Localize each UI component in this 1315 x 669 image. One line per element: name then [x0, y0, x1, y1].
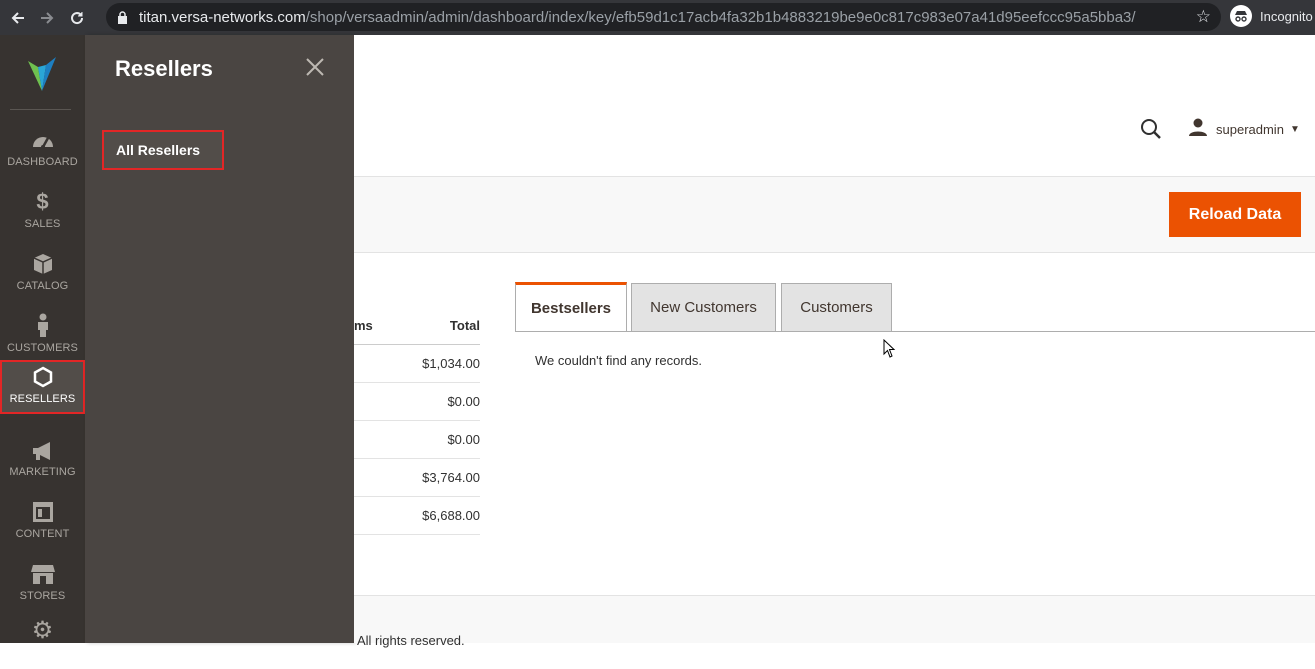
column-header-total: Total: [449, 318, 480, 333]
dollar-icon: $: [36, 189, 49, 214]
menu-label: CONTENT: [15, 528, 70, 540]
hexagon-icon: [33, 364, 53, 388]
back-icon[interactable]: [5, 5, 31, 31]
reload-data-button[interactable]: Reload Data: [1169, 192, 1301, 237]
empty-message: We couldn't find any records.: [535, 353, 702, 368]
table-header: ms Total: [354, 305, 480, 345]
box-icon: [32, 251, 54, 275]
menu-item-dashboard[interactable]: DASHBOARD: [0, 123, 85, 177]
resellers-submenu: Resellers All Resellers: [85, 35, 354, 643]
menu-item-catalog[interactable]: CATALOG: [0, 247, 85, 301]
megaphone-icon: [31, 437, 55, 461]
menu-item-resellers[interactable]: RESELLERS: [0, 360, 85, 414]
divider: [10, 109, 71, 110]
column-header-items: ms: [354, 318, 373, 333]
main-content: superadmin ▼ Reload Data ms Total $1,034…: [354, 35, 1315, 648]
incognito-icon: [1230, 5, 1252, 27]
menu-item-customers[interactable]: CUSTOMERS: [0, 309, 85, 363]
menu-item-marketing[interactable]: MARKETING: [0, 433, 85, 487]
copyright-text: All rights reserved.: [357, 633, 465, 648]
admin-menu: DASHBOARD $ SALES CATALOG CUSTOMERS RESE…: [0, 35, 85, 643]
menu-label: RESELLERS: [9, 393, 76, 405]
username: superadmin: [1216, 122, 1284, 137]
magento-logo[interactable]: [24, 53, 60, 93]
page-actions-bar: Reload Data: [354, 176, 1315, 253]
layout-icon: [32, 499, 54, 523]
incognito-indicator[interactable]: Incognito: [1230, 5, 1313, 27]
chevron-down-icon: ▼: [1289, 124, 1300, 135]
incognito-label: Incognito: [1260, 8, 1313, 24]
menu-item-stores[interactable]: STORES: [0, 557, 85, 611]
address-bar[interactable]: titan.versa-networks.com/shop/versaadmin…: [106, 3, 1221, 31]
store-icon: [30, 561, 55, 585]
menu-label: STORES: [19, 590, 66, 602]
table-row: $3,764.00: [354, 459, 480, 497]
reload-icon[interactable]: [64, 5, 90, 31]
menu-item-system[interactable]: ⚙: [0, 615, 85, 669]
menu-item-sales[interactable]: $ SALES: [0, 185, 85, 239]
menu-label: DASHBOARD: [7, 156, 78, 168]
mouse-cursor-icon: [883, 338, 897, 359]
tab-bestsellers[interactable]: Bestsellers: [515, 282, 627, 331]
menu-label: CATALOG: [16, 280, 69, 292]
menu-label: CUSTOMERS: [7, 342, 78, 354]
table-row: $6,688.00: [354, 497, 480, 535]
dashboard-orders-table: ms Total $1,034.00 $0.00 $0.00 $3,764.00…: [354, 305, 480, 535]
close-icon[interactable]: [304, 56, 326, 78]
user-account-menu[interactable]: superadmin ▼: [1188, 118, 1300, 141]
table-row: $1,034.00: [354, 345, 480, 383]
browser-toolbar: titan.versa-networks.com/shop/versaadmin…: [0, 0, 1315, 35]
url-host: titan.versa-networks.com: [139, 8, 306, 26]
user-icon: [1188, 118, 1208, 141]
table-row: $0.00: [354, 383, 480, 421]
tab-new-customers[interactable]: New Customers: [631, 283, 776, 331]
table-row: $0.00: [354, 421, 480, 459]
bookmark-star-icon[interactable]: ☆: [1196, 7, 1211, 27]
page-footer: All rights reserved.: [354, 595, 1315, 648]
menu-label: SALES: [24, 218, 61, 230]
dashboard-icon: [31, 127, 55, 151]
url-text: titan.versa-networks.com/shop/versaadmin…: [139, 9, 1136, 26]
menu-item-content[interactable]: CONTENT: [0, 495, 85, 549]
tab-customers[interactable]: Customers: [781, 283, 892, 331]
url-path: /shop/versaadmin/admin/dashboard/index/k…: [305, 8, 1136, 26]
menu-label: MARKETING: [9, 466, 76, 478]
submenu-title: Resellers: [115, 56, 213, 81]
person-icon: [36, 313, 50, 337]
search-icon[interactable]: [1140, 118, 1162, 140]
lock-icon: [117, 10, 129, 24]
dashboard-tabs: Bestsellers New Customers Customers: [515, 282, 1315, 332]
gear-icon: ⚙: [31, 617, 54, 644]
submenu-item-all-resellers[interactable]: All Resellers: [102, 130, 224, 170]
forward-icon[interactable]: [34, 5, 60, 31]
